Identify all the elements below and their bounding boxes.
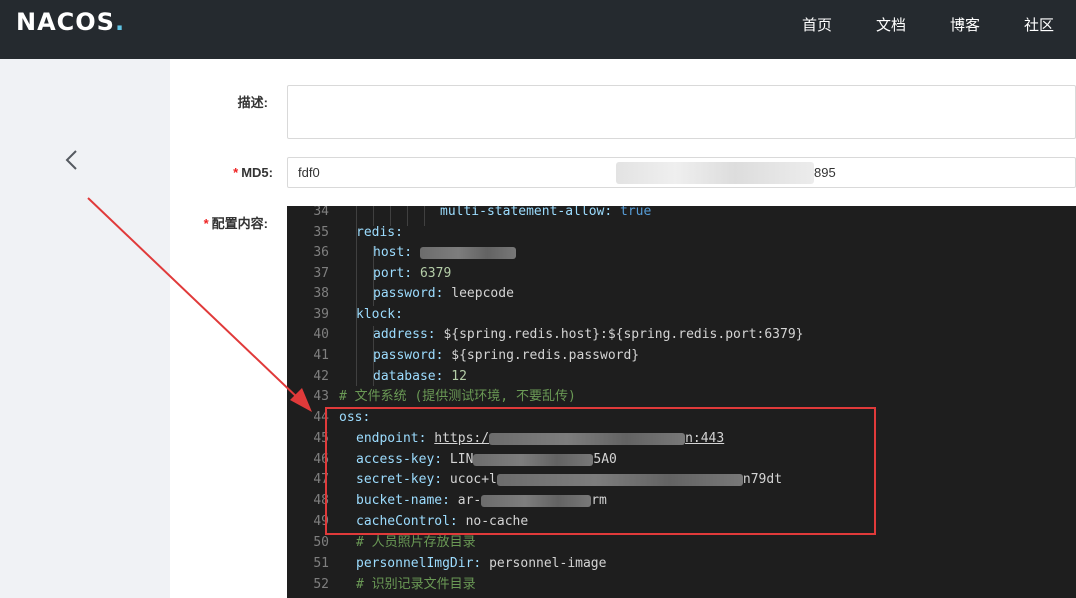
config-content-label: * 配置内容: (203, 216, 268, 231)
nacos-logo[interactable]: NACOS. (16, 8, 125, 36)
code-line: 51 personnelImgDir: personnel-image (313, 556, 607, 571)
logo-dot: . (114, 8, 126, 36)
nav-blog[interactable]: 博客 (950, 14, 980, 35)
code-line: 41 password: ${spring.redis.password} (313, 348, 640, 363)
left-sidebar (0, 59, 170, 598)
highlight-box (325, 407, 876, 535)
md5-value-start: fdf0 (298, 165, 320, 180)
nav-home[interactable]: 首页 (802, 14, 832, 35)
md5-label: * MD5: (233, 165, 273, 180)
md5-field[interactable]: fdf0 895 (287, 157, 1076, 188)
description-label: 描述: (237, 95, 268, 110)
code-line: 42 database: 12 (313, 369, 467, 384)
nav-docs[interactable]: 文档 (876, 14, 906, 35)
description-textarea[interactable] (287, 85, 1076, 139)
redacted-region (616, 162, 814, 184)
code-line: 43 # 文件系统 (提供测试环境, 不要乱传) (313, 389, 576, 404)
code-line: 38 password: leepcode (313, 286, 514, 301)
code-line: 50 # 人员照片存放目录 (313, 535, 476, 550)
nav-community[interactable]: 社区 (1024, 14, 1054, 35)
chevron-left-icon[interactable] (60, 145, 86, 175)
code-line: 39 klock: (313, 307, 403, 322)
top-navigation-bar: NACOS. 首页 文档 博客 社区 (0, 0, 1076, 59)
md5-value-end: 895 (814, 165, 836, 180)
logo-text: NACOS (16, 8, 115, 36)
code-line: 40 address: ${spring.redis.host}:${spring… (313, 327, 804, 342)
redacted-region (419, 246, 516, 259)
code-line: 37 port: 6379 (313, 266, 452, 281)
code-line: 34 multi-statement-allow: true (313, 206, 652, 219)
code-line: 36 host: (287, 243, 1076, 263)
code-line: 35 redis: (313, 225, 403, 240)
required-mark: * (203, 216, 209, 231)
config-code-editor[interactable]: 34 multi-statement-allow: true 35 redis: 3… (287, 206, 1076, 598)
required-mark: * (233, 165, 239, 180)
code-line: 52 # 识别记录文件目录 (313, 577, 476, 592)
